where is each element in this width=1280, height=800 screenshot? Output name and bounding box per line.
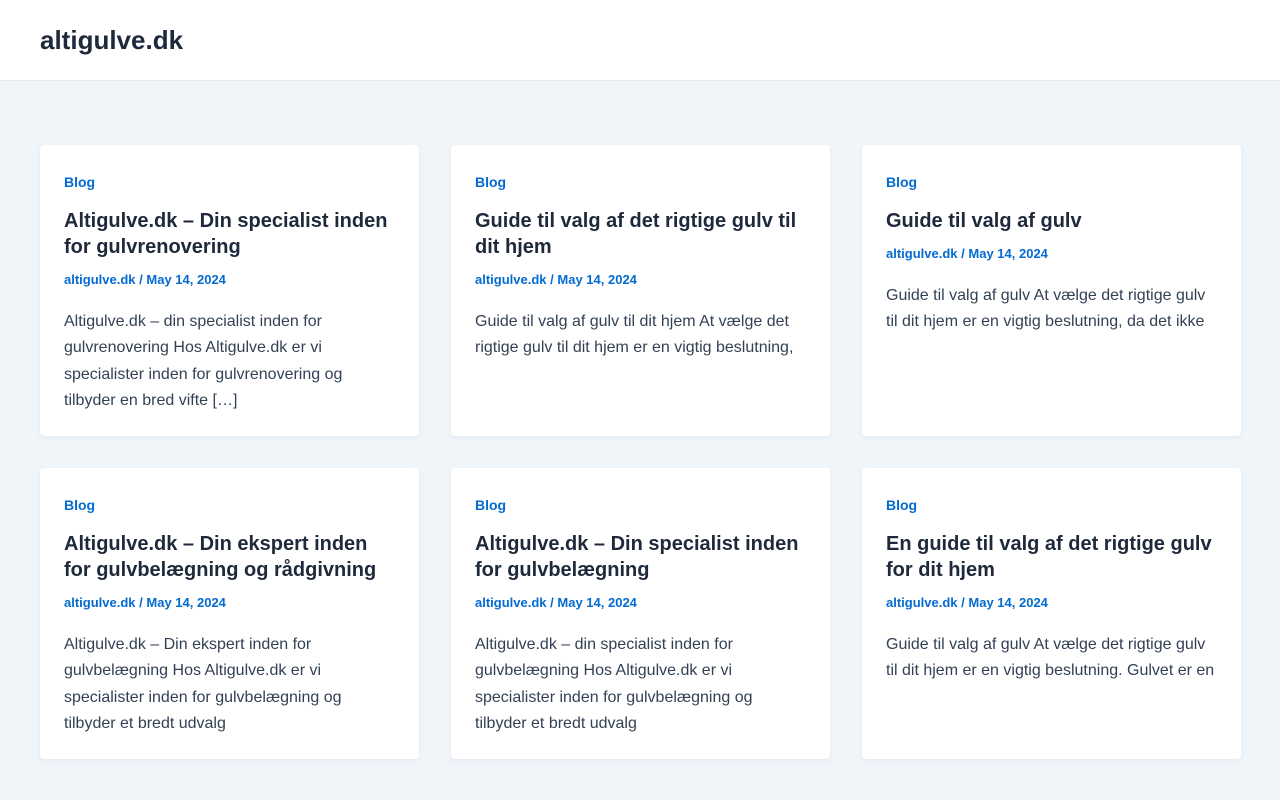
post-card: Blog Altigulve.dk – Din ekspert inden fo… xyxy=(40,468,419,759)
post-category-link[interactable]: Blog xyxy=(475,495,506,515)
post-title-link[interactable]: Guide til valg af det rigtige gulv til d… xyxy=(475,208,806,260)
post-title-link[interactable]: Altigulve.dk – Din specialist inden for … xyxy=(475,531,806,583)
post-author-link[interactable]: altigulve.dk xyxy=(64,595,136,610)
meta-separator: / xyxy=(550,272,554,287)
site-header: altigulve.dk xyxy=(0,0,1280,81)
post-date: May 14, 2024 xyxy=(557,272,637,287)
post-category-link[interactable]: Blog xyxy=(475,172,506,192)
meta-separator: / xyxy=(139,272,143,287)
post-author-link[interactable]: altigulve.dk xyxy=(886,246,958,261)
post-date: May 14, 2024 xyxy=(968,595,1048,610)
post-category-link[interactable]: Blog xyxy=(64,172,95,192)
post-excerpt: Guide til valg af gulv At vælge det rigt… xyxy=(886,636,1215,680)
post-category-link[interactable]: Blog xyxy=(64,495,95,515)
post-excerpt: Guide til valg af gulv til dit hjem At v… xyxy=(475,313,794,357)
post-excerpt: Altigulve.dk – din specialist inden for … xyxy=(64,313,343,410)
post-excerpt: Altigulve.dk – din specialist inden for … xyxy=(475,636,753,733)
post-excerpt: Guide til valg af gulv At vælge det rigt… xyxy=(886,287,1206,331)
post-author-link[interactable]: altigulve.dk xyxy=(475,272,547,287)
meta-separator: / xyxy=(550,595,554,610)
posts-grid: Blog Altigulve.dk – Din specialist inden… xyxy=(40,145,1241,759)
post-title-link[interactable]: Altigulve.dk – Din specialist inden for … xyxy=(64,208,395,260)
post-card: Blog Guide til valg af gulv altigulve.dk… xyxy=(862,145,1241,436)
post-date: May 14, 2024 xyxy=(968,246,1048,261)
post-title-link[interactable]: En guide til valg af det rigtige gulv fo… xyxy=(886,531,1217,583)
post-card: Blog En guide til valg af det rigtige gu… xyxy=(862,468,1241,759)
site-title-link[interactable]: altigulve.dk xyxy=(40,25,183,56)
post-meta: altigulve.dk / May 14, 2024 xyxy=(886,594,1217,612)
post-date: May 14, 2024 xyxy=(557,595,637,610)
meta-separator: / xyxy=(961,595,965,610)
post-meta: altigulve.dk / May 14, 2024 xyxy=(475,594,806,612)
post-title-link[interactable]: Guide til valg af gulv xyxy=(886,208,1217,234)
post-category-link[interactable]: Blog xyxy=(886,495,917,515)
post-author-link[interactable]: altigulve.dk xyxy=(475,595,547,610)
post-meta: altigulve.dk / May 14, 2024 xyxy=(64,594,395,612)
post-date: May 14, 2024 xyxy=(146,272,226,287)
post-excerpt: Altigulve.dk – Din ekspert inden for gul… xyxy=(64,636,342,733)
post-category-link[interactable]: Blog xyxy=(886,172,917,192)
meta-separator: / xyxy=(961,246,965,261)
post-card: Blog Guide til valg af det rigtige gulv … xyxy=(451,145,830,436)
post-author-link[interactable]: altigulve.dk xyxy=(64,272,136,287)
meta-separator: / xyxy=(139,595,143,610)
post-meta: altigulve.dk / May 14, 2024 xyxy=(64,271,395,289)
post-card: Blog Altigulve.dk – Din specialist inden… xyxy=(40,145,419,436)
post-author-link[interactable]: altigulve.dk xyxy=(886,595,958,610)
post-meta: altigulve.dk / May 14, 2024 xyxy=(475,271,806,289)
post-date: May 14, 2024 xyxy=(146,595,226,610)
post-meta: altigulve.dk / May 14, 2024 xyxy=(886,245,1217,263)
post-card: Blog Altigulve.dk – Din specialist inden… xyxy=(451,468,830,759)
post-title-link[interactable]: Altigulve.dk – Din ekspert inden for gul… xyxy=(64,531,395,583)
